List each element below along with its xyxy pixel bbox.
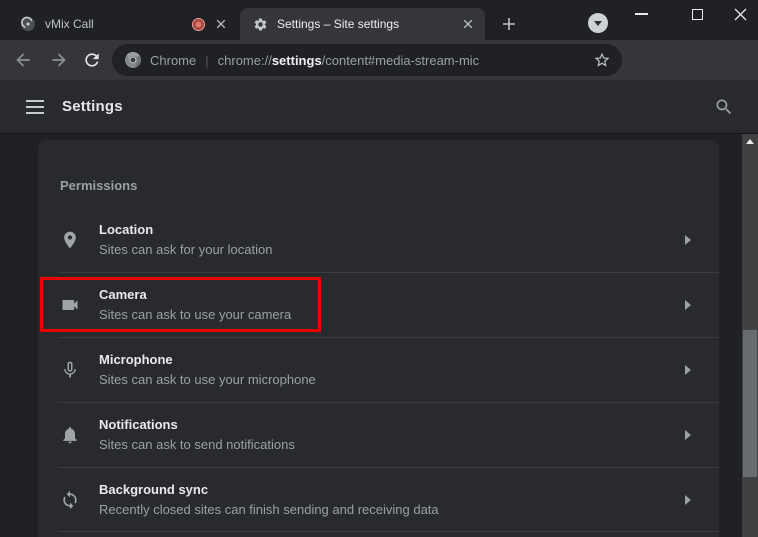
site-label: Chrome xyxy=(150,53,196,68)
bookmark-star-icon[interactable] xyxy=(593,51,611,69)
tab-vmix-call[interactable]: vMix Call xyxy=(10,8,238,40)
row-location[interactable]: Location Sites can ask for your location xyxy=(38,207,719,272)
chrome-logo-icon xyxy=(125,52,141,68)
row-notifications[interactable]: Notifications Sites can ask to send noti… xyxy=(38,402,719,467)
tab-title: vMix Call xyxy=(45,17,193,31)
permissions-card: Permissions Location Sites can ask for y… xyxy=(38,140,719,537)
tab-close-icon[interactable] xyxy=(213,16,229,32)
vmix-favicon xyxy=(20,16,36,32)
row-text: Camera Sites can ask to use your camera xyxy=(99,287,685,322)
row-subtitle: Sites can ask to use your microphone xyxy=(99,372,685,387)
row-subtitle: Sites can ask for your location xyxy=(99,242,685,257)
chevron-down-icon xyxy=(594,21,602,26)
row-camera[interactable]: Camera Sites can ask to use your camera xyxy=(38,272,719,337)
address-bar[interactable]: Chrome | chrome://settings/content#media… xyxy=(112,44,622,76)
settings-header: Settings xyxy=(0,80,758,134)
row-title: Notifications xyxy=(99,417,685,432)
chevron-right-icon xyxy=(685,495,691,505)
url-text: chrome://settings/content#media-stream-m… xyxy=(218,53,480,68)
camera-icon xyxy=(60,295,80,315)
close-window-button[interactable] xyxy=(726,0,754,28)
tab-title: Settings – Site settings xyxy=(277,17,460,31)
chevron-right-icon xyxy=(685,235,691,245)
tab-search-button[interactable] xyxy=(588,13,608,33)
notifications-bell-icon xyxy=(60,425,80,445)
browser-toolbar: Chrome | chrome://settings/content#media… xyxy=(0,40,758,80)
row-text: Location Sites can ask for your location xyxy=(99,222,685,257)
section-label: Permissions xyxy=(38,140,719,207)
location-pin-icon xyxy=(60,230,80,250)
row-subtitle: Sites can ask to send notifications xyxy=(99,437,685,452)
hamburger-menu-icon[interactable] xyxy=(26,100,44,114)
minimize-button[interactable] xyxy=(627,0,655,28)
chevron-right-icon xyxy=(685,430,691,440)
forward-icon[interactable] xyxy=(49,50,69,70)
new-tab-button[interactable] xyxy=(497,12,521,36)
url-scheme: chrome:// xyxy=(218,53,272,68)
url-separator: | xyxy=(205,53,208,68)
gear-icon xyxy=(253,17,268,32)
search-icon[interactable] xyxy=(714,97,734,117)
row-background-sync[interactable]: Background sync Recently closed sites ca… xyxy=(38,467,719,532)
row-microphone[interactable]: Microphone Sites can ask to use your mic… xyxy=(38,337,719,402)
row-text: Background sync Recently closed sites ca… xyxy=(99,482,685,517)
back-icon[interactable] xyxy=(13,50,33,70)
url-path: /content#media-stream-mic xyxy=(322,53,480,68)
tab-close-icon[interactable] xyxy=(460,16,476,32)
browser-window: vMix Call Settings – Site settings xyxy=(0,0,758,537)
scroll-up-arrow[interactable] xyxy=(746,139,754,144)
settings-page: Permissions Location Sites can ask for y… xyxy=(0,134,758,537)
url-host: settings xyxy=(272,53,322,68)
maximize-button[interactable] xyxy=(683,0,711,28)
reload-icon[interactable] xyxy=(82,50,102,70)
row-text: Notifications Sites can ask to send noti… xyxy=(99,417,685,452)
row-subtitle: Recently closed sites can finish sending… xyxy=(99,502,685,517)
sync-icon xyxy=(60,490,80,510)
chevron-right-icon xyxy=(685,365,691,375)
row-title: Microphone xyxy=(99,352,685,367)
chevron-right-icon xyxy=(685,300,691,310)
scrollbar-thumb[interactable] xyxy=(743,330,757,477)
scrollbar[interactable] xyxy=(742,134,758,537)
row-subtitle: Sites can ask to use your camera xyxy=(99,307,685,322)
page-title: Settings xyxy=(62,98,123,115)
recording-indicator-icon xyxy=(193,19,204,30)
row-title: Location xyxy=(99,222,685,237)
row-title: Background sync xyxy=(99,482,685,497)
tab-strip: vMix Call Settings – Site settings xyxy=(0,0,758,40)
row-title: Camera xyxy=(99,287,685,302)
microphone-icon xyxy=(60,360,80,380)
tab-settings[interactable]: Settings – Site settings xyxy=(240,8,485,40)
row-text: Microphone Sites can ask to use your mic… xyxy=(99,352,685,387)
